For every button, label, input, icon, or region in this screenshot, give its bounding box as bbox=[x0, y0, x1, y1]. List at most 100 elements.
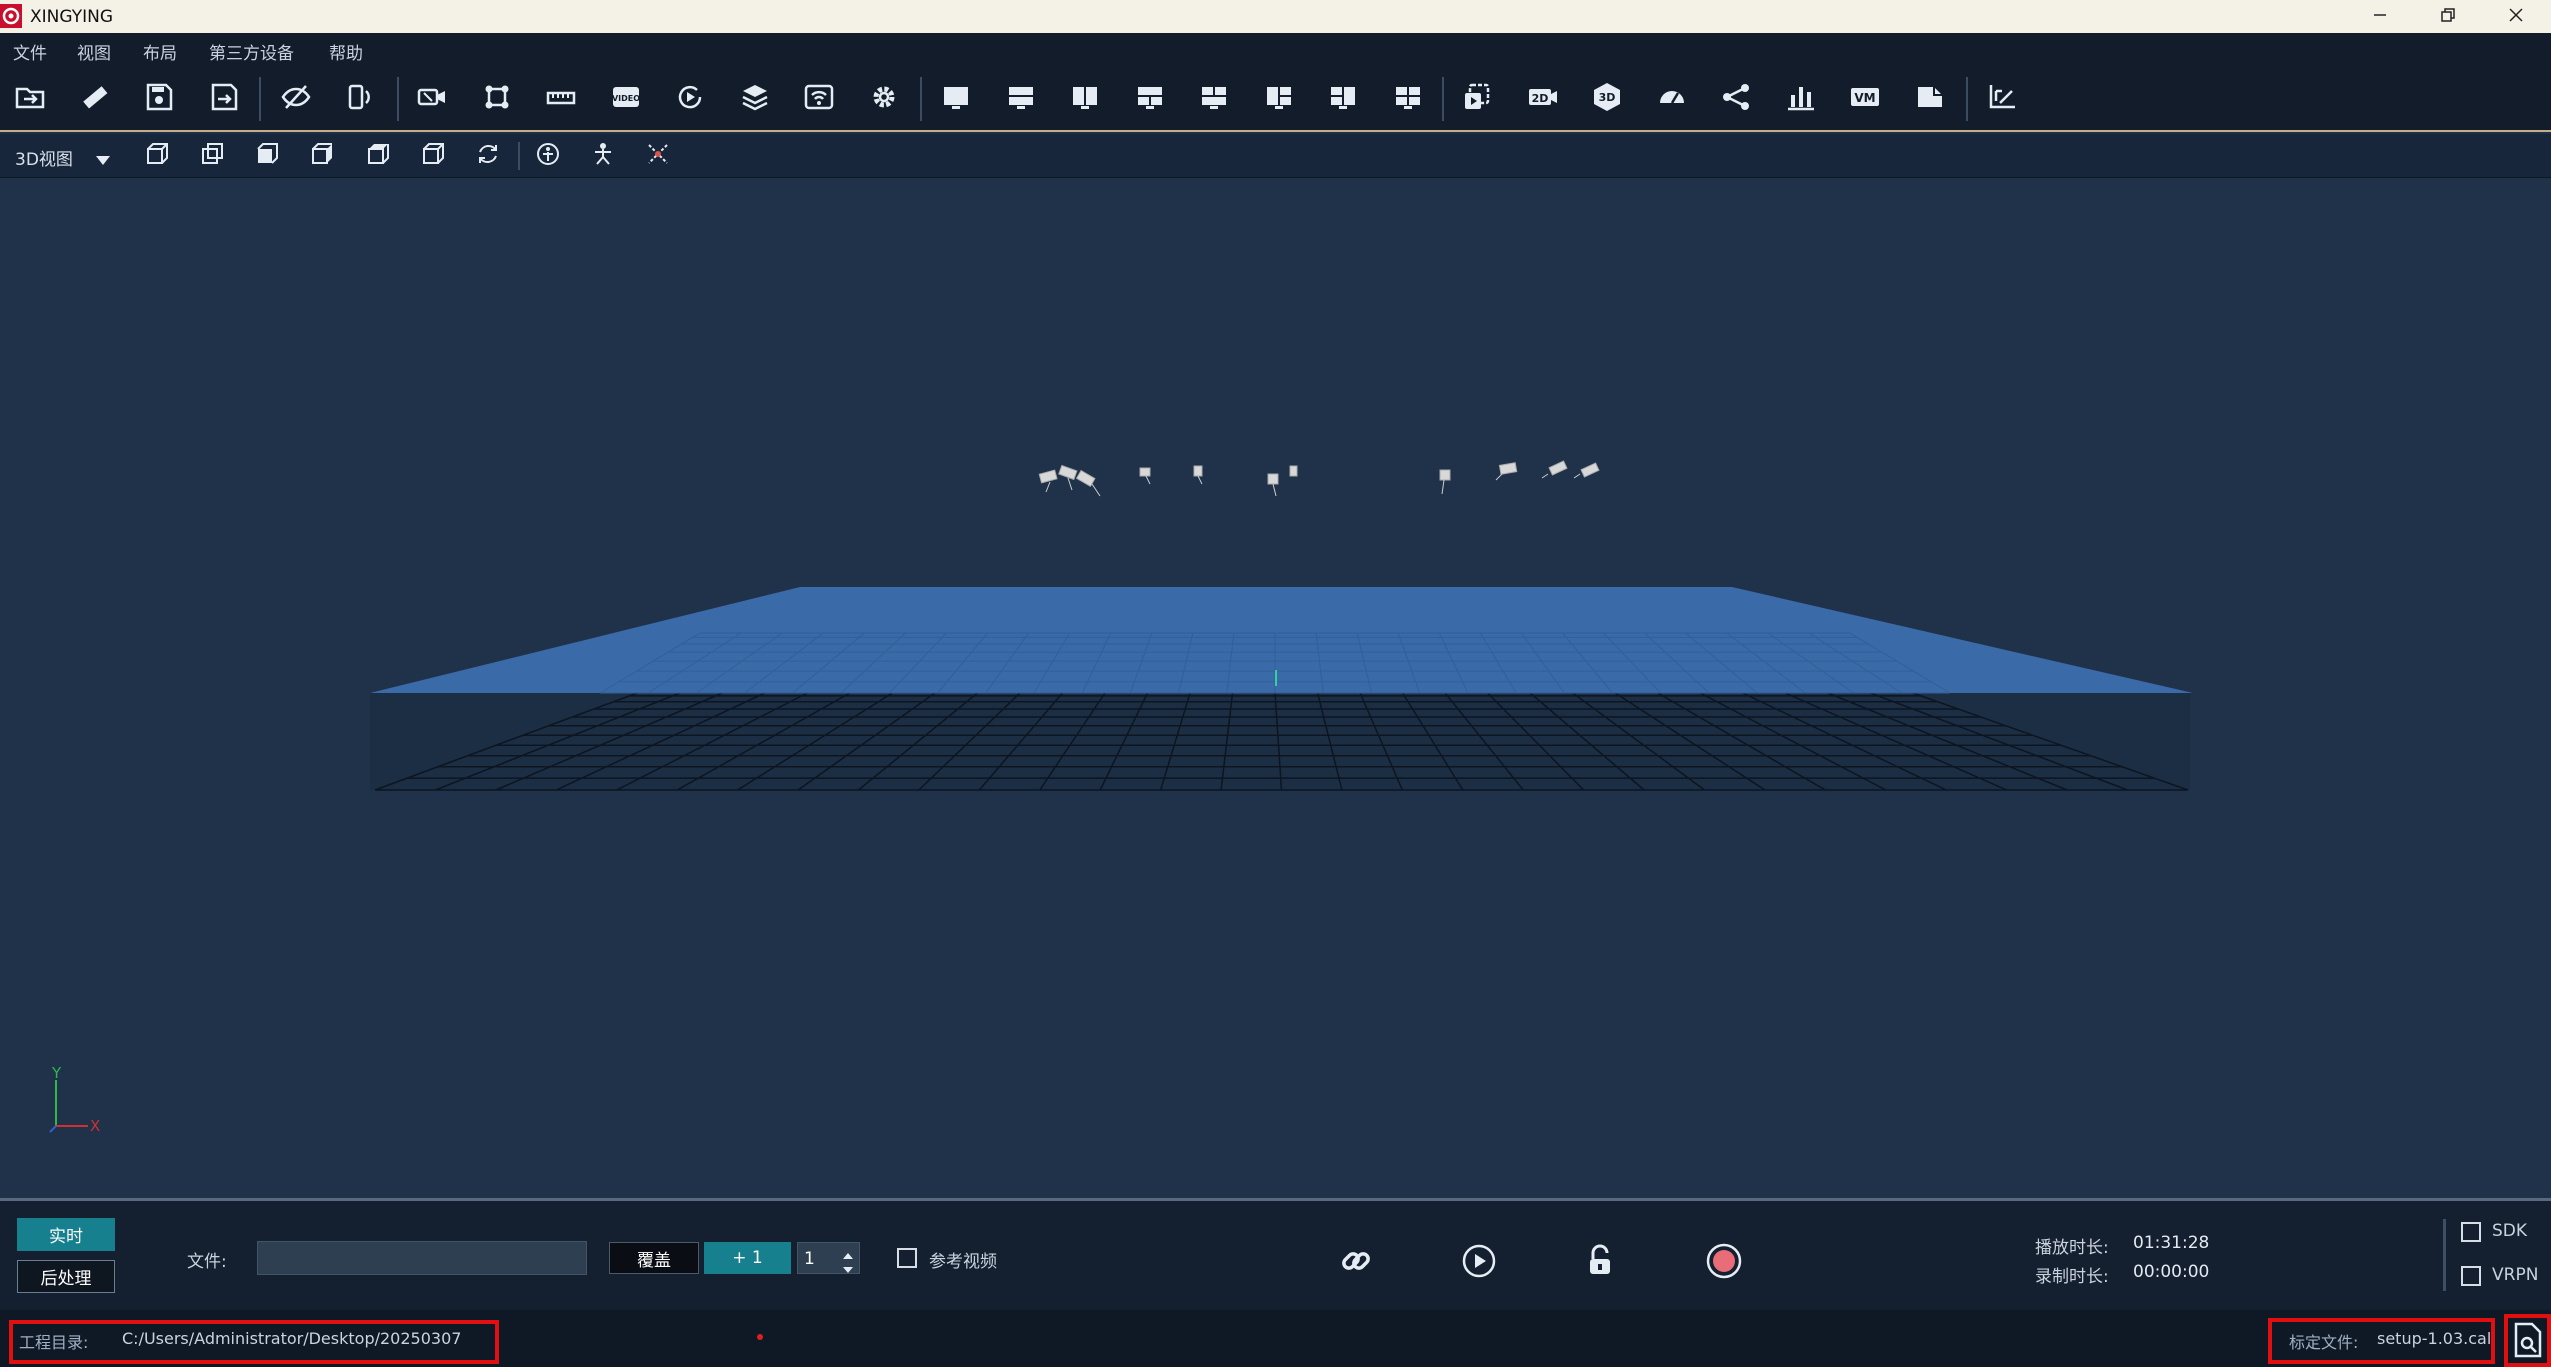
cube-top-button[interactable] bbox=[364, 142, 392, 170]
vm-icon: VM bbox=[1849, 81, 1881, 117]
person-button[interactable] bbox=[534, 142, 562, 170]
skeleton-button[interactable] bbox=[1718, 81, 1754, 117]
marker-button[interactable] bbox=[644, 142, 672, 170]
camera-button[interactable] bbox=[414, 81, 450, 117]
increment-stepper[interactable]: 1 bbox=[797, 1242, 860, 1274]
chevron-down-icon bbox=[96, 151, 110, 170]
layout-3-top-button[interactable] bbox=[1132, 81, 1168, 117]
menu-view[interactable]: 视图 bbox=[77, 39, 111, 64]
floor-grid bbox=[370, 691, 2190, 791]
save-as-button[interactable] bbox=[206, 81, 242, 117]
menu-help[interactable]: 帮助 bbox=[329, 39, 363, 64]
cube-bottom-button[interactable] bbox=[419, 142, 447, 170]
play-button[interactable] bbox=[1459, 1241, 1499, 1281]
menu-bar: 文件 视图 布局 第三方设备 帮助 bbox=[0, 33, 2551, 67]
cube-bottom-icon bbox=[420, 141, 446, 171]
close-icon bbox=[2508, 7, 2524, 27]
sdk-checkbox[interactable] bbox=[2461, 1222, 2481, 1242]
layout-single-icon bbox=[940, 81, 972, 117]
live-mode-button[interactable]: 实时 bbox=[17, 1218, 115, 1251]
calibration-file-button[interactable] bbox=[2512, 1322, 2544, 1358]
wireless-icon bbox=[803, 81, 835, 117]
main-toolbar: VIDEO 2D 3D VM bbox=[0, 67, 2551, 132]
marker-icon bbox=[645, 141, 671, 171]
unlock-button[interactable] bbox=[1580, 1241, 1620, 1281]
plus-one-button[interactable]: + 1 bbox=[704, 1242, 791, 1274]
menu-file[interactable]: 文件 bbox=[13, 39, 47, 64]
refresh-button[interactable] bbox=[474, 142, 502, 170]
wireless-button[interactable] bbox=[801, 81, 837, 117]
restore-button[interactable] bbox=[2413, 0, 2483, 33]
play-duration-value: 01:31:28 bbox=[2133, 1233, 2210, 1253]
project-dir-value[interactable]: C:/Users/Administrator/Desktop/20250307 bbox=[122, 1329, 461, 1348]
link-button[interactable] bbox=[1336, 1241, 1376, 1281]
play-icon bbox=[1459, 1244, 1499, 1285]
record-clip-button[interactable] bbox=[1460, 81, 1496, 117]
save-button[interactable] bbox=[141, 81, 177, 117]
cube-front-button[interactable] bbox=[143, 142, 171, 170]
layout-3-left-button[interactable] bbox=[1261, 81, 1297, 117]
measure-button[interactable] bbox=[543, 81, 579, 117]
layout-4-button[interactable] bbox=[1390, 81, 1426, 117]
file-name-input[interactable] bbox=[257, 1241, 587, 1275]
layers-button[interactable] bbox=[737, 81, 773, 117]
speed-button[interactable] bbox=[1654, 81, 1690, 117]
layout-2h-icon bbox=[1005, 81, 1037, 117]
record-button[interactable] bbox=[1704, 1241, 1744, 1281]
menu-third-party[interactable]: 第三方设备 bbox=[209, 39, 294, 64]
rotate-view-icon bbox=[344, 81, 376, 117]
cube-back-button[interactable] bbox=[198, 142, 226, 170]
camera-object bbox=[1267, 473, 1279, 497]
settings-button[interactable] bbox=[866, 81, 902, 117]
force-plate-button[interactable] bbox=[1984, 81, 2020, 117]
ref-video-checkbox[interactable] bbox=[897, 1248, 917, 1268]
playback-button[interactable] bbox=[672, 81, 708, 117]
calibration-value[interactable]: setup-1.03.cal bbox=[2377, 1329, 2491, 1348]
vm-button[interactable]: VM bbox=[1847, 81, 1883, 117]
layout-2h-button[interactable] bbox=[1003, 81, 1039, 117]
camera-object bbox=[1495, 462, 1518, 481]
layout-3-bottom-button[interactable] bbox=[1196, 81, 1232, 117]
title-bar: XINGYING bbox=[0, 0, 2551, 33]
cube-right-button[interactable] bbox=[308, 142, 336, 170]
ruler-icon bbox=[79, 81, 111, 117]
ruler-button[interactable] bbox=[77, 81, 113, 117]
skeleton-view-icon bbox=[590, 141, 616, 171]
view-3d-button[interactable]: 3D bbox=[1589, 81, 1625, 117]
camera-object bbox=[1038, 469, 1058, 493]
post-process-button[interactable]: 后处理 bbox=[17, 1260, 115, 1293]
minimize-button[interactable] bbox=[2345, 0, 2415, 33]
cube-left-button[interactable] bbox=[253, 142, 281, 170]
view-2d-button[interactable]: 2D bbox=[1525, 81, 1561, 117]
rotate-view-button[interactable] bbox=[342, 81, 378, 117]
layout-3-right-button[interactable] bbox=[1325, 81, 1361, 117]
axis-gizmo: Y X bbox=[49, 1064, 100, 1135]
play-duration-label: 播放时长: bbox=[2035, 1238, 2109, 1258]
axis-x-label: X bbox=[90, 1117, 100, 1135]
skeleton-view-button[interactable] bbox=[589, 142, 617, 170]
overwrite-button[interactable]: 覆盖 bbox=[609, 1242, 699, 1274]
cube-left-icon bbox=[254, 141, 280, 171]
transform-button[interactable] bbox=[479, 81, 515, 117]
hide-icon bbox=[280, 81, 312, 117]
layout-3-right-icon bbox=[1327, 81, 1359, 117]
stepper-down-icon[interactable] bbox=[842, 1260, 854, 1279]
open-folder-button[interactable] bbox=[12, 81, 48, 117]
restore-icon bbox=[2440, 7, 2456, 27]
layout-2v-button[interactable] bbox=[1067, 81, 1103, 117]
view-3d-icon: 3D bbox=[1591, 81, 1623, 117]
view-mode-select[interactable]: 3D视图 bbox=[0, 134, 120, 178]
view-2d-icon-text: 2D bbox=[1532, 92, 1549, 105]
view-2d-icon: 2D bbox=[1527, 81, 1559, 117]
document-button[interactable] bbox=[1912, 81, 1948, 117]
3d-viewport[interactable]: Y X bbox=[0, 178, 2551, 1198]
vrpn-checkbox[interactable] bbox=[2461, 1266, 2481, 1286]
hide-button[interactable] bbox=[278, 81, 314, 117]
menu-layout[interactable]: 布局 bbox=[143, 39, 177, 64]
chart-button[interactable] bbox=[1783, 81, 1819, 117]
cube-top-icon bbox=[365, 141, 391, 171]
layout-single-button[interactable] bbox=[938, 81, 974, 117]
close-button[interactable] bbox=[2481, 0, 2551, 33]
video-button[interactable]: VIDEO bbox=[608, 81, 644, 117]
video-icon: VIDEO bbox=[610, 81, 642, 117]
